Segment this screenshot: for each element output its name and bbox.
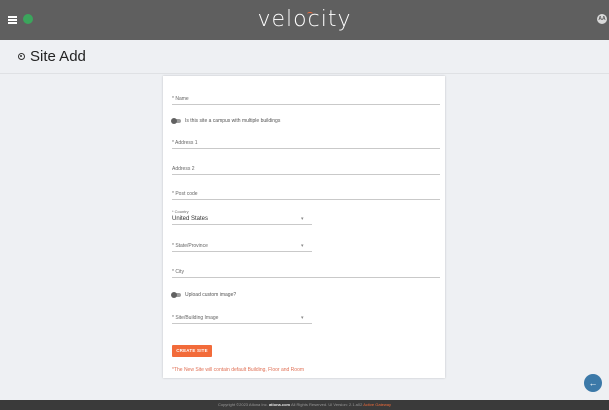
campus-toggle-label: Is this site a campus with multiple buil… <box>185 118 281 124</box>
footer-link[interactable]: atlona.com <box>269 402 290 407</box>
city-label: * City <box>172 269 184 275</box>
upload-image-toggle[interactable] <box>171 291 181 298</box>
footer-copyright: Copyright ©2023 Atlona Inc. <box>217 402 268 407</box>
country-select[interactable] <box>172 224 312 225</box>
address1-input[interactable] <box>172 148 440 149</box>
state-select[interactable] <box>172 251 312 252</box>
state-label: * State/Province <box>172 243 208 249</box>
image-select[interactable] <box>172 323 312 324</box>
address2-input[interactable] <box>172 174 440 175</box>
footer-status: Active Gateway <box>363 402 392 407</box>
campus-toggle[interactable] <box>171 117 181 124</box>
address1-label: * Address 1 <box>172 140 198 146</box>
page-title: Site Add <box>30 48 86 65</box>
default-structure-note: *The New Site will contain default Build… <box>172 367 305 373</box>
upload-image-toggle-label: Upload custom image? <box>185 292 237 298</box>
footer: Copyright ©2023 Atlona Inc. atlona.com A… <box>0 400 609 410</box>
logo: velocity <box>0 0 609 40</box>
arrow-left-icon: ← <box>588 378 598 388</box>
country-label: * Country <box>172 209 189 214</box>
image-label: * Site/Building Image <box>172 315 219 321</box>
create-site-button[interactable]: CREATE SITE <box>172 345 212 357</box>
city-input[interactable] <box>172 277 440 278</box>
name-input[interactable] <box>172 104 440 105</box>
address2-label: Address 2 <box>172 166 195 172</box>
title-row <box>0 40 609 74</box>
postcode-label: * Post code <box>172 191 198 197</box>
footer-rights: All Rights Reserved. UI Version: 2.1.a02 <box>290 402 363 407</box>
avatar[interactable]: AA <box>597 14 607 24</box>
name-label: * Name <box>172 96 189 102</box>
postcode-input[interactable] <box>172 199 440 200</box>
logo-accent-icon <box>307 12 313 16</box>
site-icon <box>18 53 25 60</box>
state-dropdown-icon[interactable]: ▾ <box>301 243 304 249</box>
country-dropdown-icon[interactable]: ▾ <box>301 216 304 222</box>
back-button[interactable]: ← <box>584 374 602 392</box>
country-value: United States <box>172 216 209 222</box>
image-dropdown-icon[interactable]: ▾ <box>301 315 304 321</box>
logo-text: velocity <box>257 7 352 32</box>
